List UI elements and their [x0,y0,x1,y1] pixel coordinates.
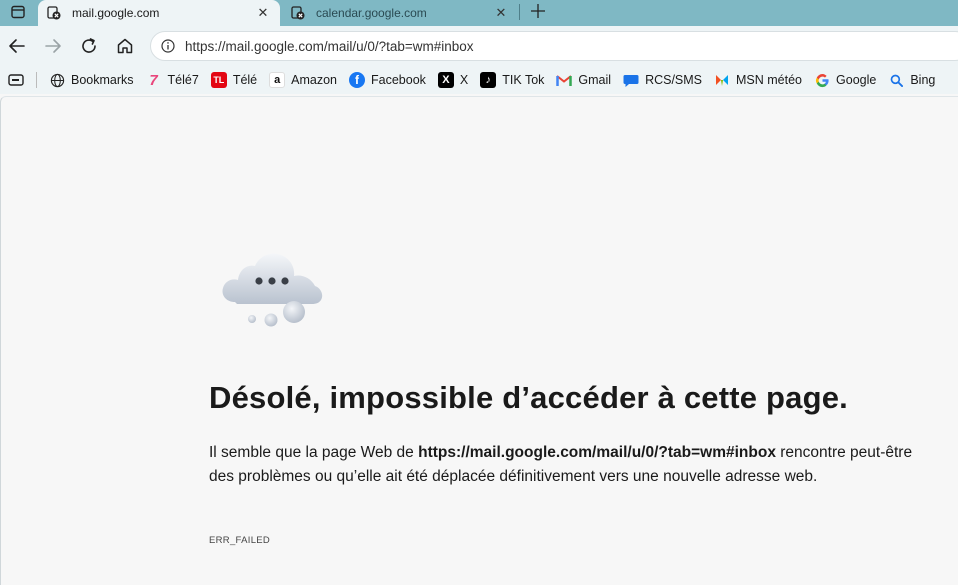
error-page-icon [46,5,62,21]
tele7-icon: 7 [149,71,158,89]
globe-icon [49,72,65,88]
error-desc-prefix: Il semble que la page Web de [209,444,419,461]
cloud-error-icon [222,253,323,327]
refresh-icon [82,38,96,53]
bookmark-bookmarks[interactable]: Bookmarks [43,69,140,91]
sidebar-icon [8,74,24,86]
google-icon [814,72,830,88]
bookmark-tiktok[interactable]: ♪ TIK Tok [474,69,550,91]
info-icon[interactable] [159,37,177,55]
forward-button[interactable] [39,32,67,60]
bookmark-amazon[interactable]: a Amazon [263,69,343,91]
arrow-right-icon [45,39,61,53]
tab-strip: mail.google.com ✕ calendar.google.com ✕ [0,0,958,26]
plus-icon [531,4,545,18]
bookmark-tele7[interactable]: 7 Télé7 [140,69,205,91]
bookmark-bing[interactable]: Bing [882,69,941,91]
error-code: ERR_FAILED [209,535,271,546]
back-button[interactable] [3,32,31,60]
bookmark-facebook[interactable]: f Facebook [343,69,432,91]
tl-icon: TL [210,72,227,88]
close-tab-icon[interactable]: ✕ [254,4,272,22]
messages-icon [623,72,639,88]
gmail-icon [556,72,573,88]
x-icon: X [437,72,454,88]
error-page-icon [290,5,306,21]
bookmark-rcs-sms[interactable]: RCS/SMS [617,69,708,91]
navigation-toolbar: https://mail.google.com/mail/u/0/?tab=wm… [0,26,958,66]
bookmarks-bar: Bookmarks 7 Télé7 TL Télé a Amazon f Fac… [0,66,958,94]
home-button[interactable] [111,32,139,60]
tab-mail[interactable]: mail.google.com ✕ [38,0,280,26]
bookmark-x[interactable]: X X [432,69,474,91]
search-icon [888,72,904,88]
tab-actions-icon [11,5,25,19]
bookmark-tele[interactable]: TL Télé [205,69,263,91]
bookmarks-divider [36,72,37,88]
page-content [0,96,958,585]
bookmark-gmail[interactable]: Gmail [550,69,617,91]
tab-calendar[interactable]: calendar.google.com ✕ [282,0,518,26]
error-url: https://mail.google.com/mail/u/0/?tab=wm… [418,444,776,461]
close-tab-icon[interactable]: ✕ [492,4,510,22]
bookmark-google[interactable]: Google [808,69,882,91]
address-url[interactable]: https://mail.google.com/mail/u/0/?tab=wm… [185,39,474,54]
error-description: Il semble que la page Web de https://mai… [209,441,929,489]
sidebar-toggle-button[interactable] [4,69,28,91]
tiktok-icon: ♪ [480,72,497,88]
tab-title: calendar.google.com [316,6,427,20]
home-icon [117,38,133,54]
address-bar[interactable]: https://mail.google.com/mail/u/0/?tab=wm… [150,31,958,61]
tab-divider [519,4,520,20]
tab-title: mail.google.com [72,6,160,20]
amazon-icon: a [269,72,286,88]
tab-actions-button[interactable] [0,0,36,24]
msn-icon [714,72,730,88]
arrow-left-icon [9,39,25,53]
new-tab-button[interactable] [526,0,550,22]
refresh-button[interactable] [75,32,103,60]
facebook-icon: f [349,72,365,88]
error-title: Désolé, impossible d’accéder à cette pag… [209,380,848,415]
bookmark-msn-meteo[interactable]: MSN météo [708,69,808,91]
